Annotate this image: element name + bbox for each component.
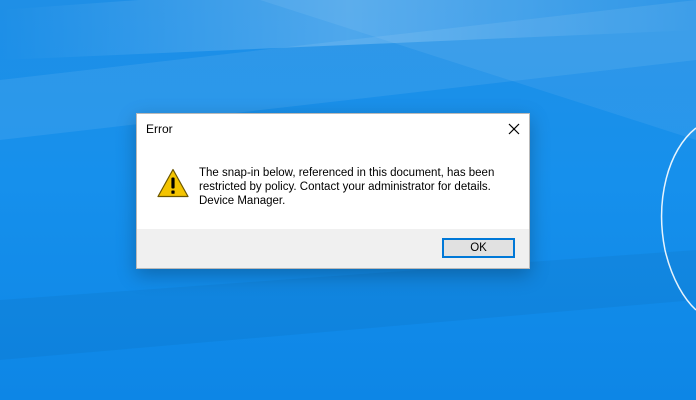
message-line: The snap-in below, referenced in this do… [199,167,495,179]
close-button[interactable] [499,114,529,144]
message-line: Device Manager. [199,195,286,207]
dialog-title: Error [146,122,173,136]
error-dialog: Error The snap-in below, referenced in t… [136,113,530,269]
dialog-footer: OK [137,229,529,268]
close-icon [508,123,520,135]
dialog-content: The snap-in below, referenced in this do… [137,144,529,229]
ok-button[interactable]: OK [442,238,515,258]
message-line: restricted by policy. Contact your admin… [199,181,491,193]
warning-icon [157,168,189,198]
error-message: The snap-in below, referenced in this do… [199,166,519,208]
dialog-titlebar[interactable]: Error [137,114,529,144]
